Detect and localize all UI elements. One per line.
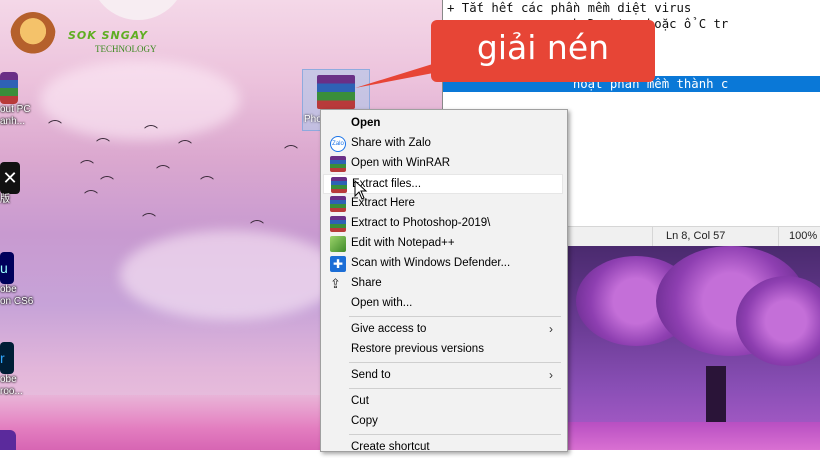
menu-item-label: Restore previous versions (351, 343, 484, 355)
menu-item-label: Open with WinRAR (351, 157, 451, 169)
menu-item-label: Share (351, 277, 382, 289)
mouse-cursor-icon (354, 180, 368, 200)
menu-item-label: Share with Zalo (351, 137, 431, 149)
menu-item-copy[interactable]: Copy (323, 412, 563, 432)
menu-item-notepadpp[interactable]: Edit with Notepad++ (323, 234, 563, 254)
chevron-right-icon: › (549, 322, 553, 336)
menu-item-label: Cut (351, 395, 369, 407)
menu-item-label: Extract to Photoshop-2019\ (351, 217, 491, 229)
menu-item-send-to[interactable]: Send to › (323, 366, 563, 386)
menu-item-label: Give access to (351, 323, 427, 335)
chevron-right-icon: › (549, 368, 553, 382)
menu-item-open-with[interactable]: Open with... (323, 294, 563, 314)
menu-separator (349, 362, 561, 363)
callout-text: giải nén (476, 28, 610, 67)
share-icon: ⇪ (330, 276, 341, 291)
menu-item-cut[interactable]: Cut (323, 392, 563, 412)
menu-item-label: Open with... (351, 297, 413, 309)
menu-item-give-access[interactable]: Give access to › (323, 320, 563, 340)
notepadpp-icon (330, 236, 346, 252)
menu-item-label: Scan with Windows Defender... (351, 257, 511, 269)
menu-separator (349, 316, 561, 317)
winrar-icon (330, 156, 346, 172)
menu-item-restore-versions[interactable]: Restore previous versions (323, 340, 563, 360)
menu-item-scan-defender[interactable]: ✚ Scan with Windows Defender... (323, 254, 563, 274)
zalo-icon: Zalo (330, 136, 346, 152)
menu-item-label: Create shortcut (351, 441, 430, 453)
menu-separator (349, 434, 561, 435)
menu-item-label: Edit with Notepad++ (351, 237, 455, 249)
menu-item-share[interactable]: ⇪ Share (323, 274, 563, 294)
callout-bubble: giải nén (431, 20, 655, 82)
menu-item-label: Copy (351, 415, 378, 427)
menu-item-open-winrar[interactable]: Open with WinRAR (323, 154, 563, 174)
menu-item-open[interactable]: Open (323, 114, 563, 134)
context-menu[interactable]: Open Zalo Share with Zalo Open with WinR… (320, 109, 568, 453)
menu-item-create-shortcut[interactable]: Create shortcut (323, 438, 563, 458)
winrar-icon (330, 216, 346, 232)
menu-item-extract-to[interactable]: Extract to Photoshop-2019\ (323, 214, 563, 234)
winrar-icon (331, 177, 347, 193)
menu-item-label: Open (351, 117, 381, 129)
menu-item-label: Send to (351, 369, 391, 381)
winrar-icon (330, 196, 346, 212)
menu-item-share-zalo[interactable]: Zalo Share with Zalo (323, 134, 563, 154)
menu-separator (349, 388, 561, 389)
defender-icon: ✚ (330, 256, 346, 272)
